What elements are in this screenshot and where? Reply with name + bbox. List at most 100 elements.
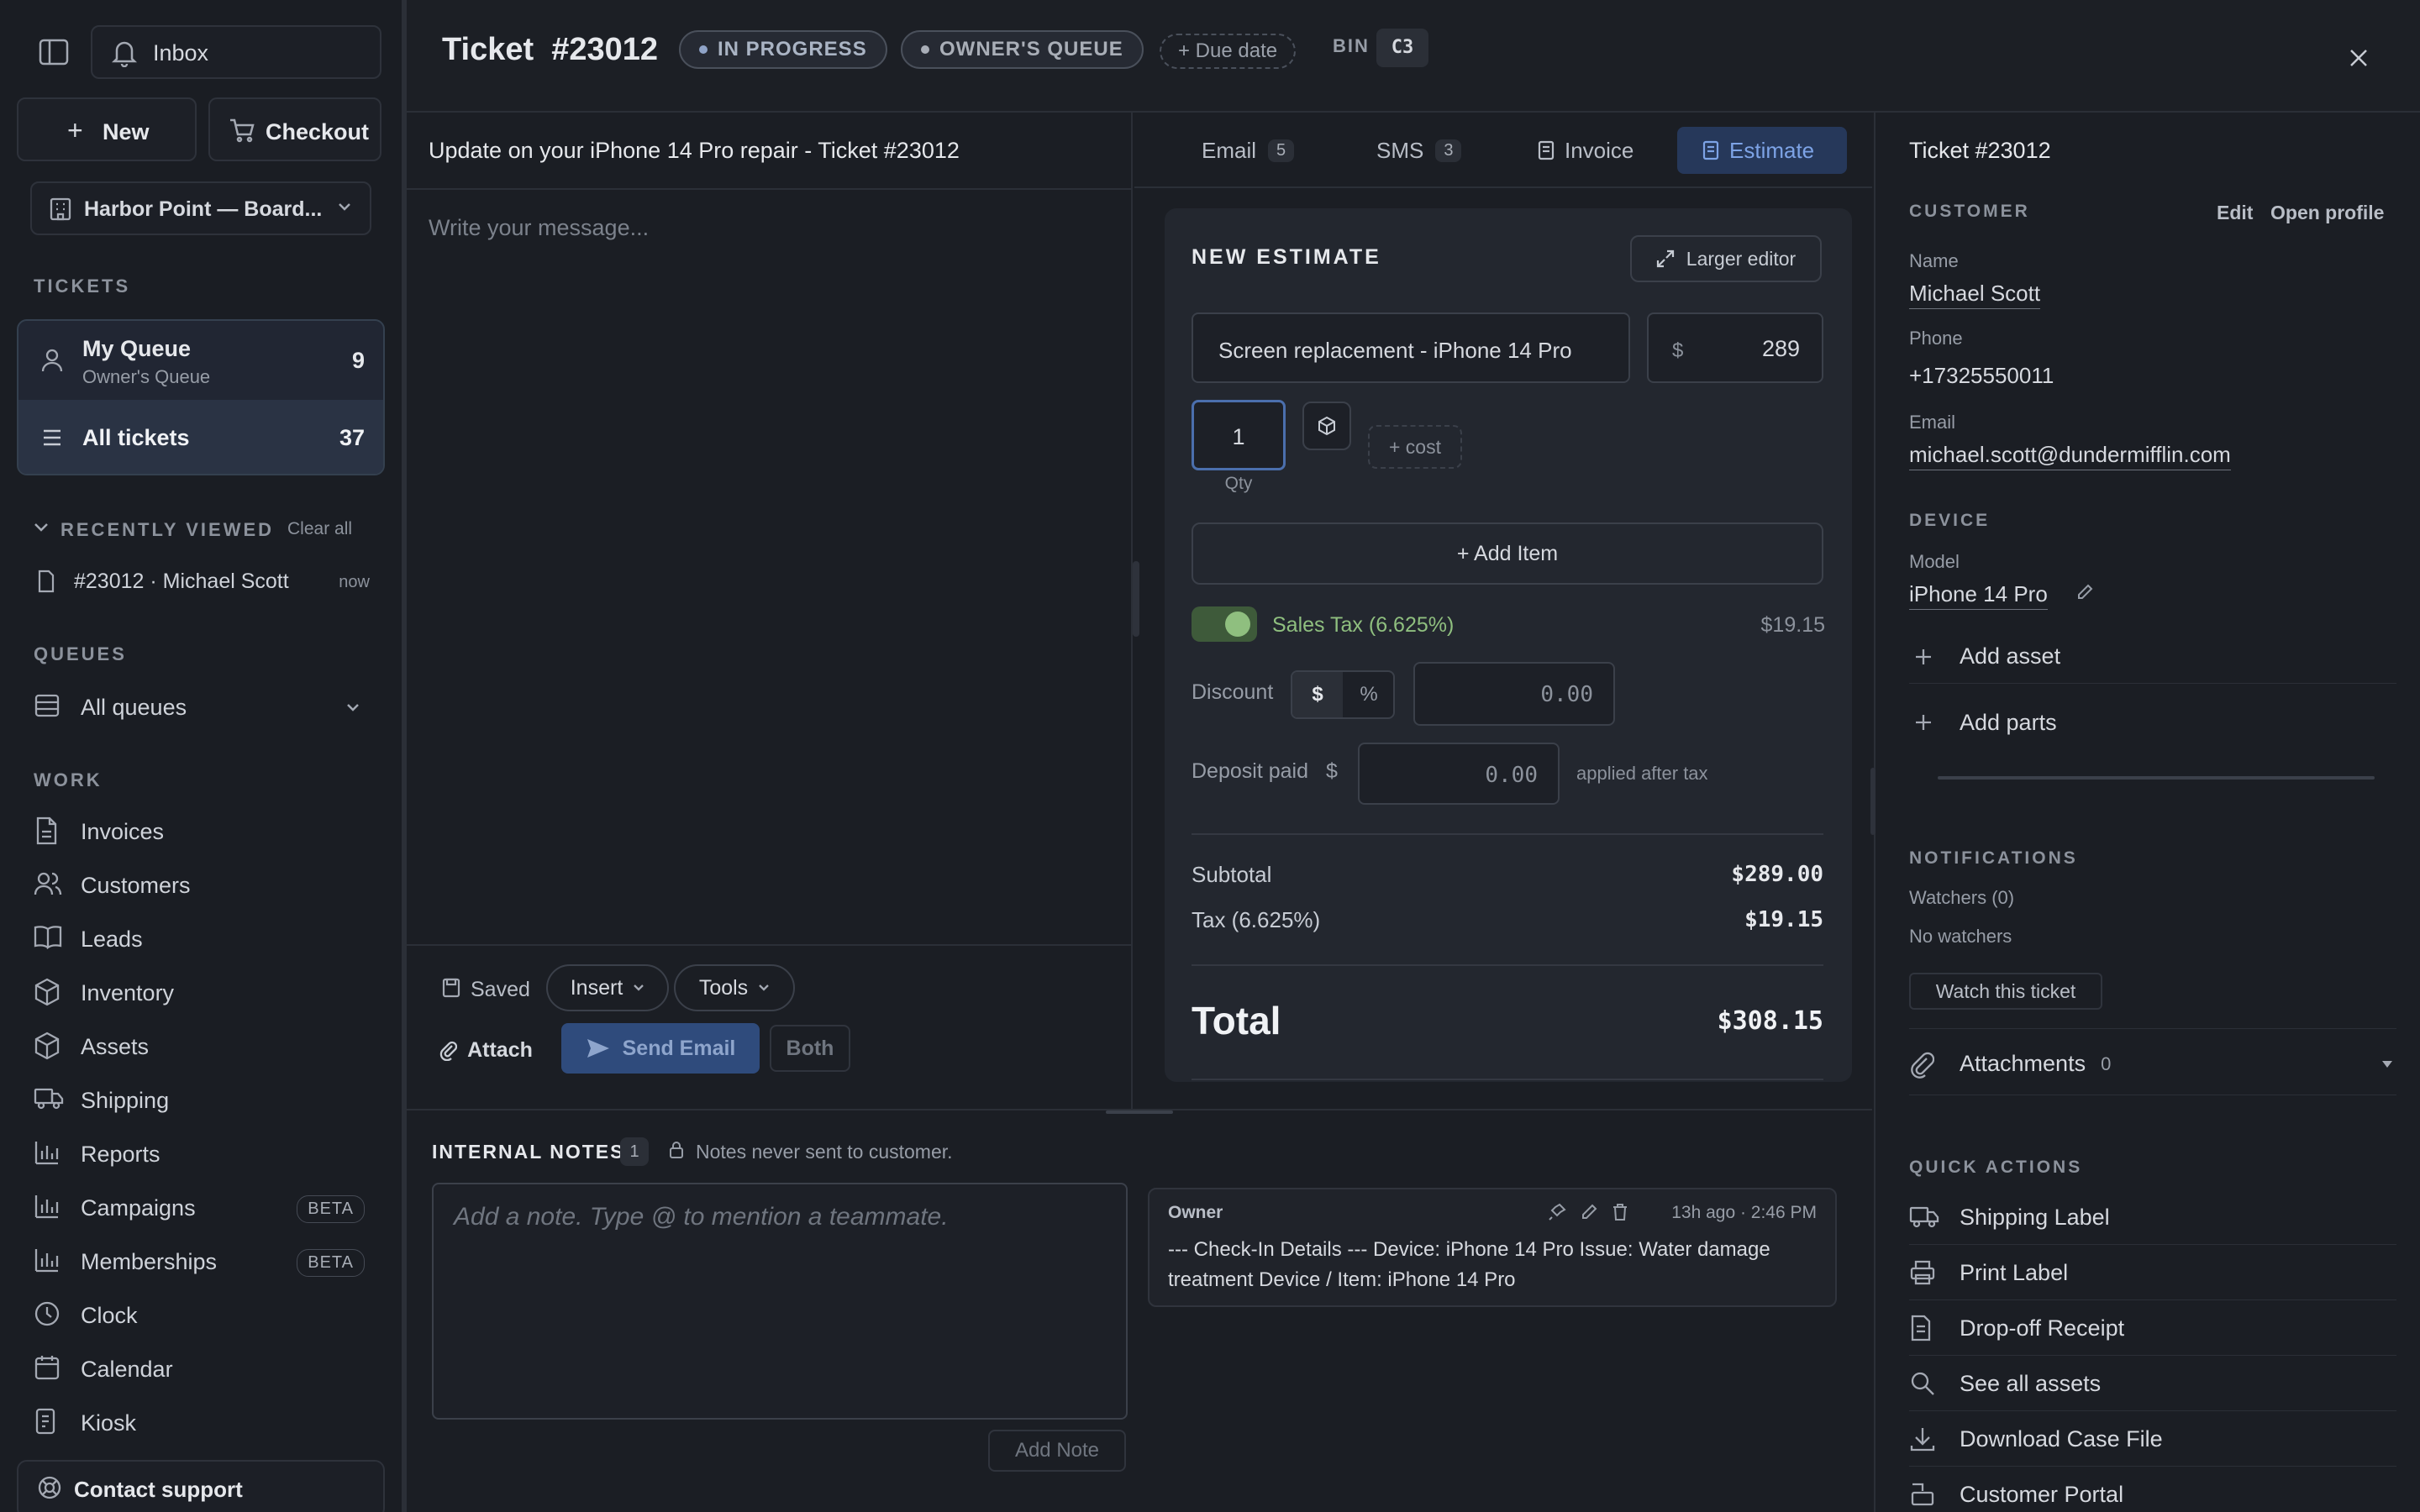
tab-email[interactable]: Email 5 xyxy=(1188,127,1307,174)
contact-support-button[interactable]: Contact support xyxy=(17,1460,385,1512)
price-input[interactable]: $ 289 xyxy=(1647,312,1823,383)
clear-all-button[interactable]: Clear all xyxy=(287,519,352,539)
email-subject[interactable]: Update on your iPhone 14 Pro repair - Ti… xyxy=(429,138,960,164)
pencil-icon[interactable] xyxy=(2075,583,2094,601)
sidebar-item-inventory[interactable]: Inventory xyxy=(34,971,370,1015)
sidebar-item-reports[interactable]: Reports xyxy=(34,1132,370,1176)
larger-editor-button[interactable]: Larger editor xyxy=(1630,235,1822,282)
customer-email[interactable]: michael.scott@dundermifflin.com xyxy=(1909,442,2231,470)
tab-invoice-label: Invoice xyxy=(1565,137,1634,163)
discount-dollar-button[interactable]: $ xyxy=(1292,672,1343,717)
name-label: Name xyxy=(1909,250,1959,271)
support-icon xyxy=(37,1475,62,1500)
panel-scroll-indicator[interactable] xyxy=(1938,776,2375,780)
sidebar-item-campaigns[interactable]: Campaigns BETA xyxy=(34,1186,370,1230)
bin-value[interactable]: C3 xyxy=(1376,29,1428,67)
checkout-label: Checkout xyxy=(266,119,370,144)
queue-badge[interactable]: OWNER'S QUEUE xyxy=(901,30,1144,69)
location-select[interactable]: Harbor Point — Board... xyxy=(30,181,371,235)
discount-input[interactable]: 0.00 xyxy=(1413,662,1615,726)
note-input[interactable]: Add a note. Type @ to mention a teammate… xyxy=(432,1183,1128,1420)
sidebar-item-label: Calendar xyxy=(81,1356,173,1382)
qty-label: Qty xyxy=(1224,474,1253,493)
customer-phone[interactable]: +17325550011 xyxy=(1909,363,2054,389)
trash-icon[interactable] xyxy=(1612,1203,1628,1221)
lock-icon xyxy=(669,1141,684,1159)
due-date-button[interactable]: + Due date xyxy=(1160,34,1297,69)
item-name-value: Screen replacement - iPhone 14 Pro xyxy=(1218,338,1572,363)
status-badge[interactable]: IN PROGRESS xyxy=(679,30,887,69)
close-icon[interactable] xyxy=(2348,47,2370,69)
sidebar-item-kiosk[interactable]: Kiosk xyxy=(34,1401,370,1445)
checkout-button[interactable]: Checkout xyxy=(208,97,381,161)
insert-menu-button[interactable]: Insert xyxy=(546,964,669,1011)
sidebar-item-invoices[interactable]: Invoices xyxy=(34,810,370,853)
item-name-input[interactable]: Screen replacement - iPhone 14 Pro xyxy=(1192,312,1630,383)
inbox-button[interactable]: Inbox xyxy=(91,25,381,79)
recent-item-time: now xyxy=(339,573,370,591)
pin-icon[interactable] xyxy=(1548,1203,1566,1221)
add-parts-button[interactable]: Add parts xyxy=(1909,696,2396,749)
quick-action-shipping-label[interactable]: Shipping Label xyxy=(1909,1191,2396,1245)
all-queues-label: All queues xyxy=(81,694,187,720)
sidebar-item-calendar[interactable]: Calendar xyxy=(34,1347,370,1391)
attach-button[interactable]: Attach xyxy=(429,1025,543,1075)
edit-customer-link[interactable]: Edit xyxy=(2217,202,2253,224)
all-tickets-item[interactable]: All tickets 37 xyxy=(18,400,383,474)
sidebar-item-leads[interactable]: Leads xyxy=(34,917,370,961)
both-button[interactable]: Both xyxy=(770,1025,850,1072)
sidebar-item-clock[interactable]: Clock xyxy=(34,1294,370,1337)
edit-icon[interactable] xyxy=(1580,1203,1598,1221)
message-editor[interactable]: Write your message... xyxy=(407,188,1133,944)
file-icon xyxy=(37,570,55,593)
qty-input[interactable]: 1 xyxy=(1192,400,1286,470)
recent-item[interactable]: #23012 · Michael Scott now xyxy=(34,563,370,600)
add-asset-button[interactable]: Add asset xyxy=(1909,630,2396,684)
watch-ticket-label: Watch this ticket xyxy=(1935,979,2076,1002)
beta-badge: BETA xyxy=(297,1195,365,1223)
details-ticket-title: Ticket #23012 xyxy=(1909,138,2051,163)
tab-estimate[interactable]: Estimate xyxy=(1677,127,1847,174)
sidebar-item-assets[interactable]: Assets xyxy=(34,1025,370,1068)
internal-notes: INTERNAL NOTES 1 Notes never sent to cus… xyxy=(407,1109,1872,1512)
notes-resize-handle[interactable] xyxy=(1106,1110,1173,1114)
sidebar-toggle-icon[interactable] xyxy=(39,39,69,66)
truck-icon xyxy=(34,1085,64,1116)
add-cost-button[interactable]: + cost xyxy=(1368,425,1462,469)
send-email-button[interactable]: Send Email xyxy=(561,1023,760,1074)
customer-name[interactable]: Michael Scott xyxy=(1909,281,2041,309)
add-note-button[interactable]: Add Note xyxy=(988,1430,1126,1472)
tools-menu-button[interactable]: Tools xyxy=(674,964,795,1011)
device-model[interactable]: iPhone 14 Pro xyxy=(1909,581,2048,610)
quick-action-download-case-file[interactable]: Download Case File xyxy=(1909,1413,2396,1467)
insert-label: Insert xyxy=(570,975,623,1000)
quick-action-drop-off-receipt[interactable]: Drop-off Receipt xyxy=(1909,1302,2396,1356)
tab-invoice[interactable]: Invoice xyxy=(1524,127,1647,174)
email-label: Email xyxy=(1909,412,1956,433)
both-label: Both xyxy=(786,1036,834,1060)
sidebar-item-label: Kiosk xyxy=(81,1410,137,1436)
chevron-down-icon xyxy=(633,984,644,992)
right-resize-handle[interactable] xyxy=(1870,768,1876,835)
discount-percent-button[interactable]: % xyxy=(1344,672,1393,717)
sidebar-item-memberships[interactable]: Memberships BETA xyxy=(34,1240,370,1284)
deposit-input[interactable]: 0.00 xyxy=(1358,743,1560,805)
add-item-button[interactable]: + Add Item xyxy=(1192,522,1823,585)
new-button[interactable]: + New xyxy=(17,97,197,161)
my-queue-item[interactable]: My Queue Owner's Queue 9 xyxy=(18,321,383,400)
all-queues-item[interactable]: All queues xyxy=(34,685,370,729)
sidebar-item-shipping[interactable]: Shipping xyxy=(34,1079,370,1122)
quick-action-see-all-assets[interactable]: See all assets xyxy=(1909,1357,2396,1411)
attachments-toggle[interactable]: Attachments 0 xyxy=(1909,1033,2396,1095)
quick-action-customer-portal[interactable]: Customer Portal xyxy=(1909,1468,2396,1512)
sidebar-item-customers[interactable]: Customers xyxy=(34,864,370,907)
chevron-down-icon[interactable] xyxy=(34,521,49,533)
watch-ticket-button[interactable]: Watch this ticket xyxy=(1909,973,2102,1010)
quick-action-print-label[interactable]: Print Label xyxy=(1909,1247,2396,1300)
open-profile-link[interactable]: Open profile xyxy=(2270,202,2384,224)
add-parts-label: Add parts xyxy=(1960,709,2057,735)
bin-label: BIN xyxy=(1333,35,1370,56)
tab-sms[interactable]: SMS 3 xyxy=(1363,127,1475,174)
sales-tax-toggle[interactable] xyxy=(1192,606,1257,642)
inventory-lookup-button[interactable] xyxy=(1302,402,1351,450)
